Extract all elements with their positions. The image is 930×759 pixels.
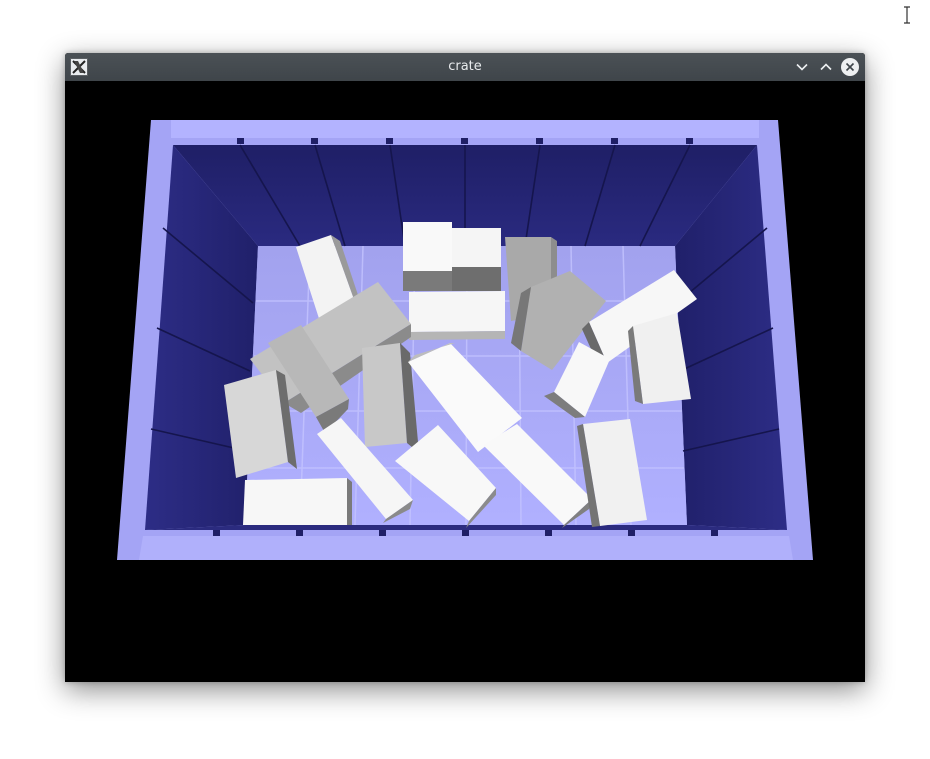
chevron-up-icon <box>820 63 832 71</box>
block <box>362 343 419 453</box>
maximize-button[interactable] <box>817 58 835 76</box>
close-icon <box>845 62 855 72</box>
crate-scene[interactable] <box>65 81 865 682</box>
block <box>243 478 352 525</box>
minimize-button[interactable] <box>793 58 811 76</box>
window-title: crate <box>448 59 482 74</box>
block <box>409 291 505 340</box>
crate-rim-top-face <box>171 120 759 138</box>
block <box>403 222 452 291</box>
block <box>224 370 297 478</box>
crate-wall-bottom <box>145 525 787 530</box>
crate-rim-bottom-face <box>139 536 793 560</box>
close-button[interactable] <box>841 58 859 76</box>
app-window: crate <box>65 53 865 682</box>
chevron-down-icon <box>796 63 808 71</box>
title-bar[interactable]: crate <box>65 53 865 81</box>
text-cursor-icon <box>904 6 910 24</box>
block <box>452 228 501 291</box>
gl-viewport[interactable] <box>65 81 865 682</box>
